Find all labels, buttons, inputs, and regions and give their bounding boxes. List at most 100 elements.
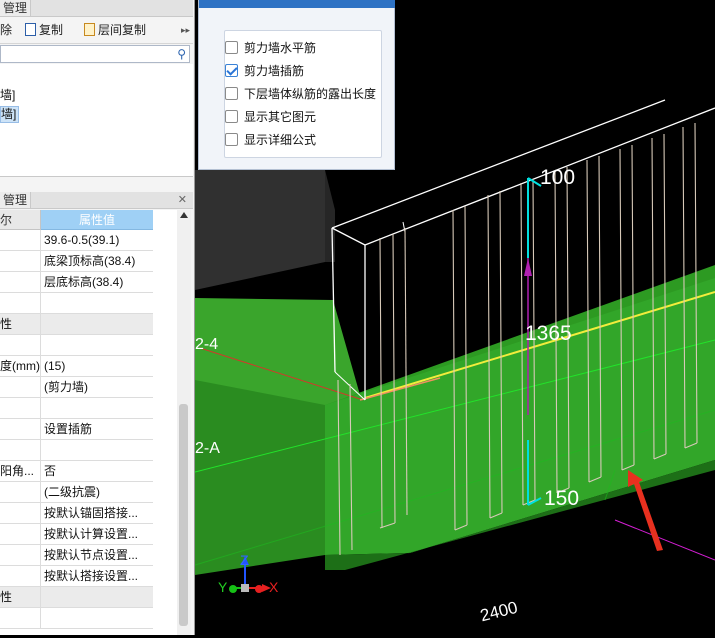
property-value: (剪力墙) [44, 380, 88, 394]
property-value: 按默认搭接设置... [44, 569, 139, 583]
property-name [0, 377, 41, 397]
property-value: (15) [44, 359, 66, 373]
property-value [44, 440, 152, 460]
property-value: 设置插筋 [44, 422, 93, 436]
dim-text-bottom: 150 [544, 487, 579, 510]
dim-text-top: 100 [540, 166, 575, 189]
property-value [44, 608, 152, 628]
property-row[interactable]: 度(mm) (15) [0, 356, 153, 377]
left-panel: 管理 除 复制 层间复制 ▸▸ ⚲ 墙] 墙] 管理 ✕ 尔 属性值 39.6-… [0, 0, 195, 635]
property-name [0, 398, 41, 418]
display-settings-dialog: 剪力墙水平筋 剪力墙插筋 下层墙体纵筋的露出长度 显示其它图元 显示详细公式 [198, 0, 395, 170]
property-value: 否 [44, 464, 57, 478]
property-value [44, 398, 152, 418]
delete-button[interactable]: 除 [0, 21, 12, 39]
search-input[interactable]: ⚲ [0, 45, 190, 63]
option-exposed-length[interactable]: 下层墙体纵筋的露出长度 [225, 84, 425, 104]
close-icon[interactable]: ✕ [178, 192, 187, 208]
copy-button[interactable]: 复制 [25, 21, 63, 39]
property-name [0, 419, 41, 439]
property-row[interactable]: 底梁顶标高(38.4) [0, 251, 153, 272]
scroll-up-icon[interactable] [180, 212, 188, 218]
toolbar-overflow-icon[interactable]: ▸▸ [181, 21, 190, 39]
property-value: 底梁顶标高(38.4) [44, 254, 136, 268]
property-name [0, 440, 41, 460]
property-value [44, 293, 152, 313]
component-toolbar: 除 复制 层间复制 ▸▸ [0, 17, 193, 44]
option-horizontal-rebar[interactable]: 剪力墙水平筋 [225, 38, 425, 58]
option-label: 剪力墙水平筋 [244, 41, 317, 55]
floor-copy-icon [84, 23, 95, 36]
property-row[interactable] [0, 335, 153, 356]
property-row[interactable] [0, 440, 153, 461]
property-row[interactable]: 层底标高(38.4) [0, 272, 153, 293]
property-value [44, 335, 152, 355]
property-row[interactable]: 按默认节点设置... [0, 545, 153, 566]
scroll-thumb[interactable] [179, 404, 188, 626]
property-row[interactable]: 按默认锚固搭接... [0, 503, 153, 524]
property-name [0, 545, 41, 565]
search-icon[interactable]: ⚲ [177, 47, 186, 61]
copy-label: 复制 [39, 23, 64, 37]
property-scrollbar[interactable] [177, 210, 191, 635]
option-detailed-formula[interactable]: 显示详细公式 [225, 130, 425, 150]
tree-item-selected[interactable]: 墙] [0, 106, 20, 123]
copy-icon [25, 23, 36, 36]
property-name [0, 230, 41, 250]
name-column-header: 尔 [0, 210, 41, 230]
option-group: 剪力墙水平筋 剪力墙插筋 下层墙体纵筋的露出长度 显示其它图元 显示详细公式 [224, 30, 382, 158]
axis-label-z: Z [240, 552, 249, 568]
checkbox-checked[interactable] [225, 64, 238, 77]
checkbox[interactable] [225, 110, 238, 123]
tab-props-management[interactable]: 管理 [0, 192, 32, 208]
option-dowel-rebar[interactable]: 剪力墙插筋 [225, 61, 425, 81]
property-group-row[interactable]: 性 [0, 587, 153, 608]
property-name [0, 335, 41, 355]
option-label: 下层墙体纵筋的露出长度 [244, 87, 377, 101]
property-row[interactable]: 39.6-0.5(39.1) [0, 230, 153, 251]
dim-text-mid: 1365 [525, 322, 572, 345]
checkbox[interactable] [225, 133, 238, 146]
property-value: 按默认计算设置... [44, 527, 139, 541]
tree-item[interactable]: 墙] [0, 87, 17, 104]
property-name: 度(mm) [0, 356, 41, 376]
axis-label-y: Y [218, 579, 228, 595]
property-name [0, 566, 41, 586]
option-label: 显示详细公式 [244, 133, 317, 147]
property-value: 按默认节点设置... [44, 548, 139, 562]
property-value [44, 587, 152, 607]
component-tree: 墙] 墙] [0, 64, 193, 177]
top-tabstrip: 管理 [0, 0, 193, 17]
option-label: 剪力墙插筋 [244, 64, 305, 78]
property-row[interactable]: (剪力墙) [0, 377, 153, 398]
checkbox[interactable] [225, 87, 238, 100]
property-value: (二级抗震) [44, 485, 100, 499]
property-row[interactable] [0, 608, 153, 629]
property-group-row[interactable]: 性 [0, 314, 153, 335]
property-row[interactable]: 按默认计算设置... [0, 524, 153, 545]
value-column-header: 属性值 [41, 210, 153, 230]
property-row[interactable]: 按默认搭接设置... [0, 566, 153, 587]
property-name: 性 [0, 587, 41, 607]
property-name [0, 251, 41, 271]
grid-label-2-4: 2-4 [195, 336, 218, 353]
property-name [0, 608, 41, 628]
property-name [0, 272, 41, 292]
tab-management[interactable]: 管理 [0, 0, 32, 16]
property-row[interactable]: (二级抗震) [0, 482, 153, 503]
property-grid: 尔 属性值 39.6-0.5(39.1) 底梁顶标高(38.4) 层底标高(38… [0, 210, 177, 635]
floor-copy-label: 层间复制 [98, 23, 147, 37]
property-row[interactable]: 设置插筋 [0, 419, 153, 440]
option-other-elements[interactable]: 显示其它图元 [225, 107, 425, 127]
floor-copy-button[interactable]: 层间复制 [84, 21, 146, 39]
property-row[interactable] [0, 293, 153, 314]
dialog-titlebar[interactable] [199, 0, 395, 8]
property-row[interactable]: 阳角... 否 [0, 461, 153, 482]
property-value: 按默认锚固搭接... [44, 506, 139, 520]
checkbox[interactable] [225, 41, 238, 54]
axis-label-x: X [269, 579, 279, 595]
property-row[interactable] [0, 398, 153, 419]
grid-label-2-a: 2-A [195, 440, 220, 457]
property-name: 性 [0, 314, 41, 334]
property-name [0, 503, 41, 523]
